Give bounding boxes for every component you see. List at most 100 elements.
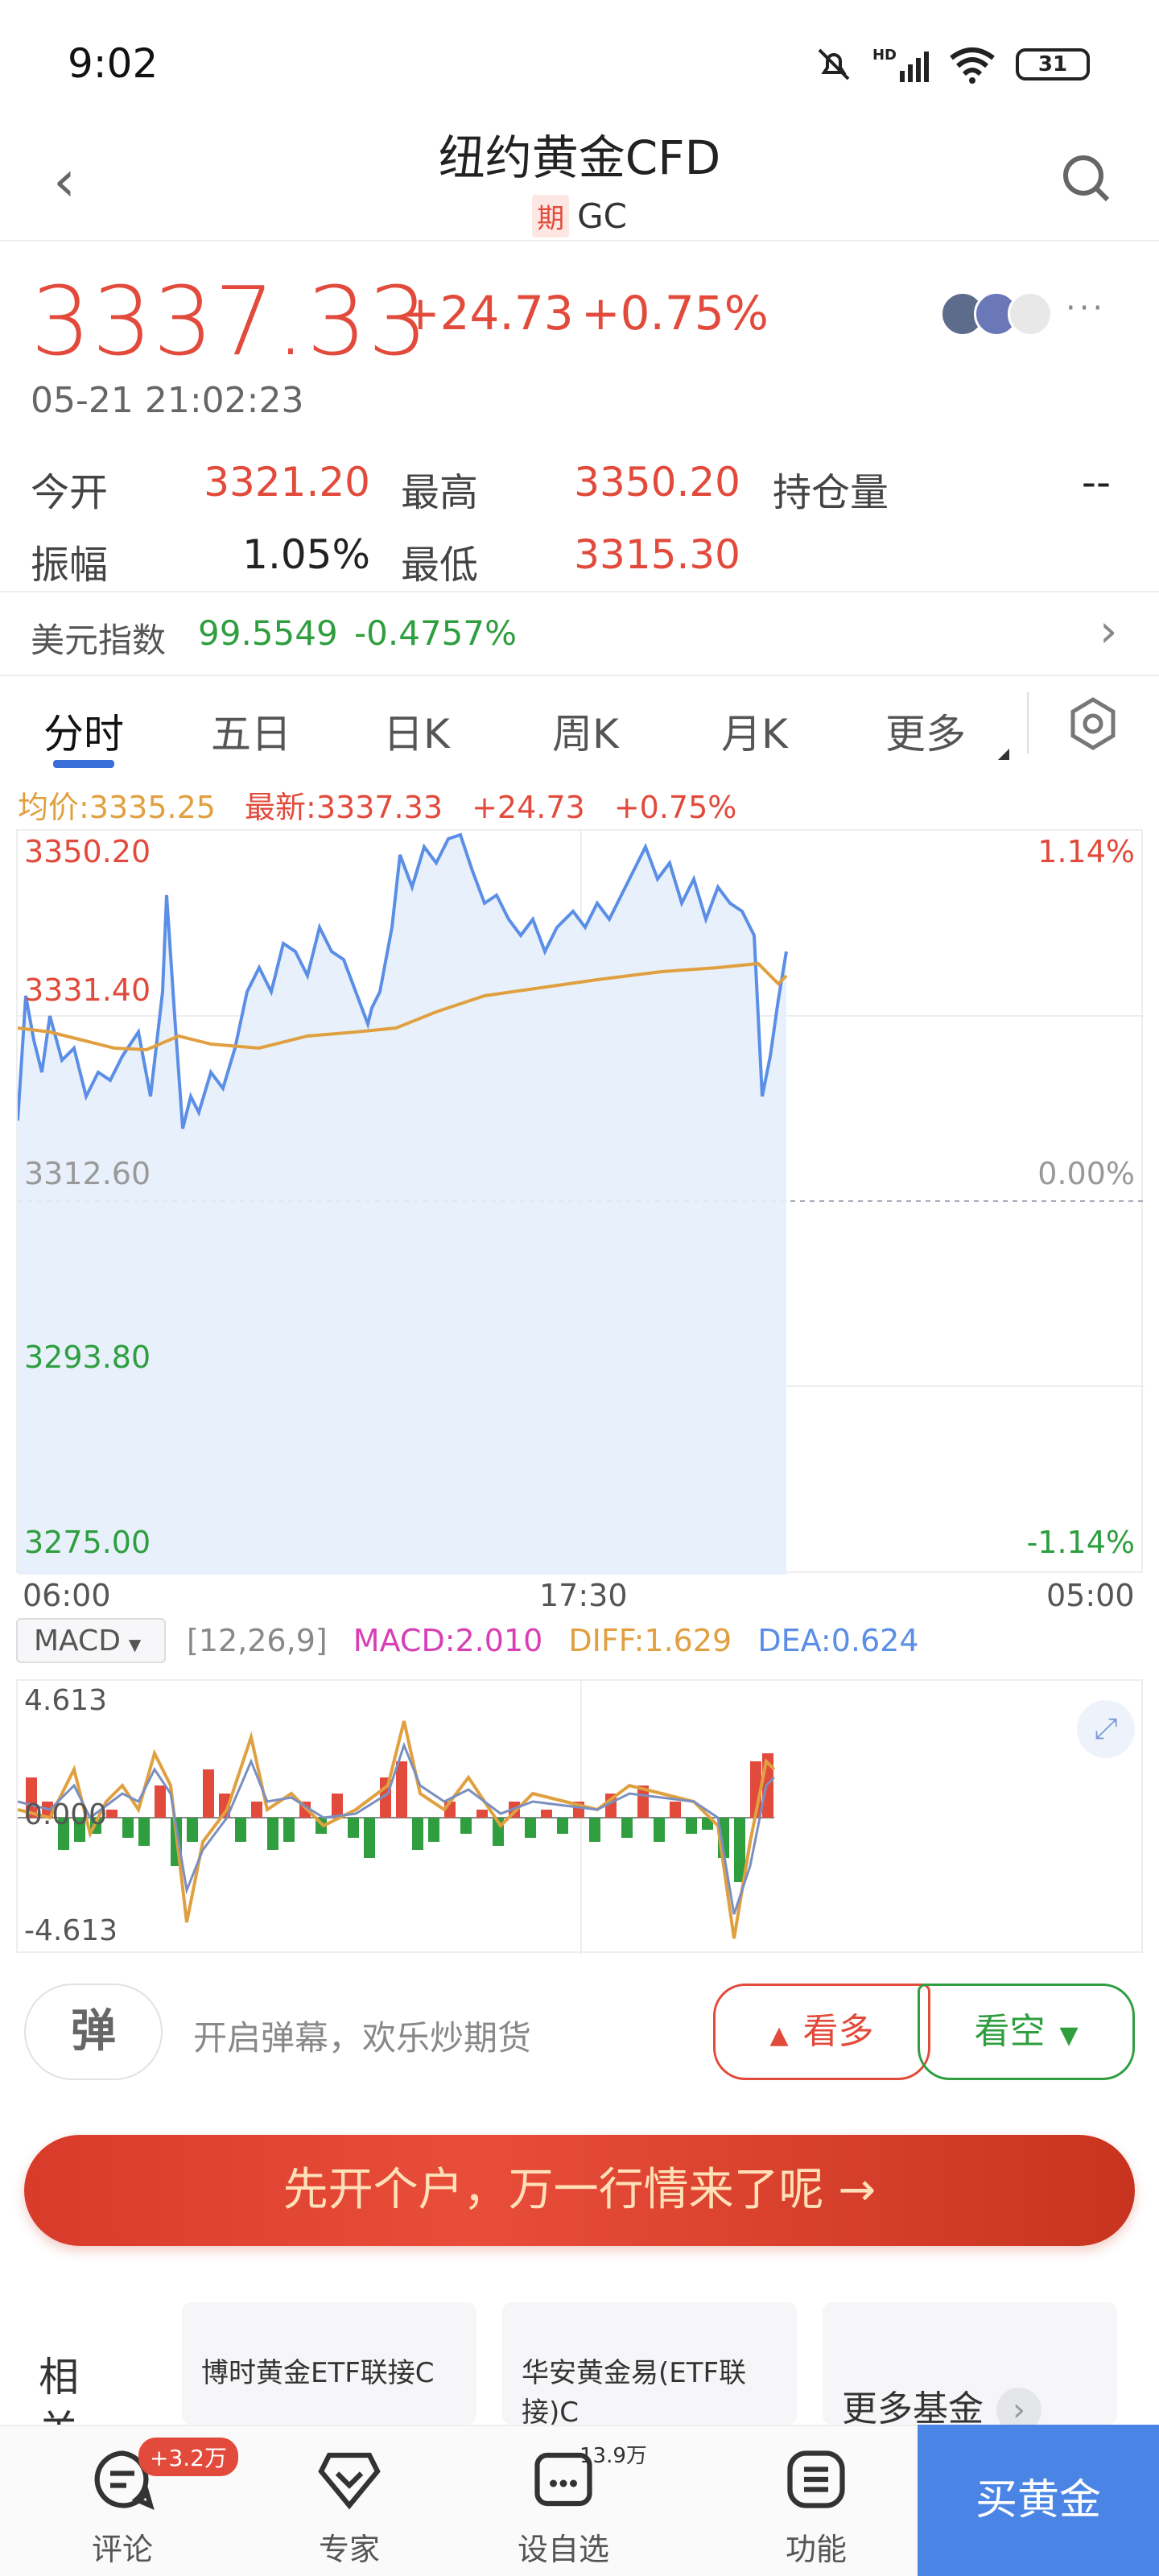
expert-icon [318,2452,381,2510]
buy-gold-button[interactable]: 买黄金 [918,2425,1159,2576]
more-funds-card[interactable]: 更多基金 › [823,2302,1117,2433]
low-label: 最低 [401,543,479,588]
latest-pct-legend: +0.75% [613,790,737,825]
latest-price-legend: 最新:3337.33 [245,790,443,825]
settings-hexagon-icon[interactable] [1069,697,1117,750]
intraday-chart[interactable]: 3350.20 3331.40 3312.60 3293.80 3275.00 … [16,829,1145,1575]
macd-chart[interactable]: 4.613 0.000 -4.613 ⤢ [16,1679,1143,1955]
dollar-index-change: -0.4757% [354,613,518,653]
wifi-icon [950,47,995,84]
open-value: 3321.20 [204,459,370,506]
open-label: 今开 [31,470,109,515]
y-axis-min: 3275.00 [24,1525,151,1560]
danmaku-input[interactable]: 开启弹幕，欢乐炒期货 [193,2011,531,2060]
status-icons: HD 31 [815,45,1090,84]
search-icon[interactable] [1061,153,1112,204]
more-options-icon[interactable]: ··· [1066,290,1106,327]
page-title: 纽约黄金CFD [438,130,721,185]
symbol-code: GC [577,196,627,236]
tab-five-day[interactable]: 五日 [211,702,291,760]
mute-bell-icon [818,48,850,80]
macd-y-mid: 0.000 [24,1798,108,1831]
dollar-index-row[interactable]: 美元指数 99.5549 -0.4757% › [0,591,1159,676]
quote-timestamp: 05-21 21:02:23 [31,380,304,421]
nav-expert-label: 专家 [318,2532,380,2567]
indicator-selector[interactable]: MACD ▼ [16,1618,166,1663]
y-axis-right-zero: 0.00% [1037,1156,1135,1191]
macd-value: MACD:2.010 [353,1623,543,1658]
dropdown-caret-icon: ▼ [128,1635,142,1654]
community-avatars[interactable] [940,291,1053,336]
dollar-index-value: 99.5549 [198,613,338,653]
high-label: 最高 [401,470,479,515]
battery-icon: 31 [1016,48,1090,80]
avg-price-legend: 均价:3335.25 [18,790,216,825]
nav-expert[interactable]: 专家 [285,2447,414,2569]
tab-intraday[interactable]: 分时 [43,702,124,760]
watchlist-count: 13.9万 [580,2444,647,2468]
period-tabs: 分时 五日 日K 周K 月K 更多 [0,678,1159,768]
menu-icon [787,2450,845,2508]
open-interest-value: -- [1081,459,1111,506]
bearish-label: 看空 [974,2011,1046,2052]
expand-icon[interactable]: ⤢ [1077,1700,1135,1758]
dollar-index-label: 美元指数 [31,621,167,660]
nav-watchlist-label: 设自选 [517,2532,609,2567]
diff-value: DIFF:1.629 [568,1623,732,1658]
tab-more[interactable]: 更多 [885,702,966,760]
active-tab-indicator [53,760,114,768]
y-axis-right-min: -1.14% [1026,1525,1135,1560]
bullish-button[interactable]: ▲ 看多 [713,1984,930,2080]
chevron-right-icon: › [1099,605,1118,658]
futures-tag: 期 [532,195,570,237]
intraday-chart-svg [18,831,1145,1575]
price-change-pct: +0.75% [581,286,769,341]
tab-divider [1027,692,1029,753]
tab-weekly-k[interactable]: 周K [552,702,619,760]
funds-section-label: 相关基金 [39,2354,79,2425]
y-axis-prev-close: 3312.60 [24,1156,151,1191]
nav-functions-label: 功能 [785,2532,847,2567]
dea-value: DEA:0.624 [757,1623,919,1658]
x-axis-start: 06:00 [23,1578,111,1613]
avatar [1008,291,1053,336]
price-area [18,835,786,1575]
last-price: 3337.33 [31,266,429,377]
bullish-label: 看多 [802,2011,874,2052]
high-value: 3350.20 [574,459,740,506]
open-account-banner[interactable]: 先开个户，万一行情来了呢 → [24,2135,1135,2246]
macd-chart-svg [18,1681,776,1955]
amplitude-label: 振幅 [31,543,109,588]
tab-daily-k[interactable]: 日K [383,702,450,760]
nav-watchlist[interactable]: 设自选 13.9万 [499,2444,647,2569]
bearish-button[interactable]: 看空 ▼ [918,1984,1135,2080]
y-axis-right-max: 1.14% [1037,834,1135,869]
price-change: +24.73 [401,286,574,341]
danmaku-toggle-icon[interactable]: 弹 [24,1984,163,2080]
chart-legend: 均价:3335.25 最新:3337.33 +24.73 +0.75% [18,782,736,827]
status-time: 9:02 [68,40,159,87]
nav-functions[interactable]: 功能 [752,2447,881,2569]
page-subtitle: 期 GC [0,195,1159,237]
status-bar: 9:02 HD 31 [0,0,1159,121]
nav-comment[interactable]: 评论 +3.2万 [58,2438,238,2569]
macd-params: [12,26,9] [187,1623,328,1658]
down-triangle-icon: ▼ [1059,2021,1079,2050]
up-triangle-icon: ▲ [769,2021,789,2050]
tab-monthly-k[interactable]: 月K [721,702,788,760]
nav-comment-label: 评论 [91,2532,153,2567]
comment-count-badge: +3.2万 [138,2438,238,2476]
fund-card[interactable]: 华安黄金易(ETF联接)C [502,2302,797,2429]
y-axis-upper: 3331.40 [24,972,151,1008]
macd-legend: [12,26,9] MACD:2.010 DIFF:1.629 DEA:0.62… [187,1623,919,1658]
more-funds-label: 更多基金 [842,2388,984,2429]
x-axis-mid: 17:30 [539,1578,628,1613]
page-header: ‹ 纽约黄金CFD 期 GC [0,121,1159,242]
y-axis-max: 3350.20 [24,834,151,869]
latest-change-legend: +24.73 [472,790,585,825]
fund-card[interactable]: 博时黄金ETF联接C [182,2302,476,2425]
signal-icon: HD [872,47,929,82]
open-interest-label: 持仓量 [773,470,889,515]
macd-y-bot: -4.613 [24,1914,118,1947]
low-value: 3315.30 [574,531,740,578]
